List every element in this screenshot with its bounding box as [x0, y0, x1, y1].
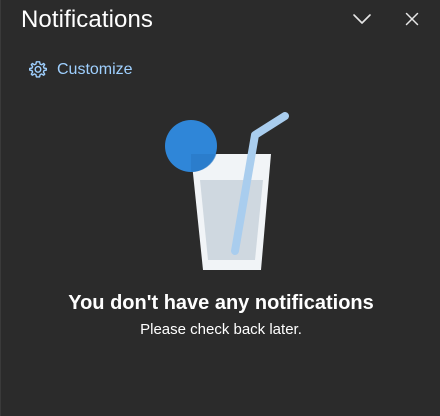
gear-icon	[29, 61, 47, 78]
empty-state-title: You don't have any notifications	[68, 292, 374, 314]
customize-button[interactable]: Customize	[28, 60, 133, 80]
chevron-down-icon	[353, 14, 371, 24]
close-button[interactable]	[398, 6, 426, 32]
customize-label: Customize	[57, 61, 133, 78]
close-icon	[405, 12, 419, 26]
drink-glass-illustration	[165, 112, 289, 270]
empty-state-subtitle: Please check back later.	[140, 321, 302, 338]
panel-title: Notifications	[21, 6, 154, 33]
notifications-panel: Notifications Customize You don't have a…	[0, 0, 440, 416]
collapse-button[interactable]	[348, 6, 376, 32]
